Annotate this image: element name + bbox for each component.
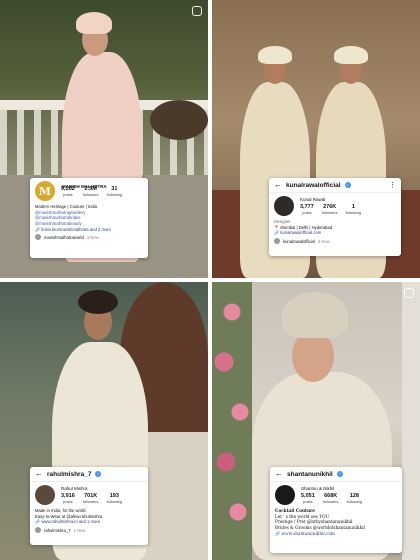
- instagram-profile-card[interactable]: ← rahulmishra_7 ✓ Rahul Mishra 3,916 post…: [30, 467, 148, 545]
- model-turban: [76, 12, 112, 34]
- profile-name: Rahul Mishra: [61, 486, 88, 491]
- profile-handle: shantanunikhil: [287, 470, 333, 478]
- stat-followers[interactable]: 701K followers: [83, 493, 99, 504]
- profile-bio: Cocktail Couture Let ' s the world see Y…: [270, 508, 402, 536]
- multi-post-icon: [404, 288, 414, 298]
- profile-name: Shantnu & Nikhil: [301, 486, 335, 491]
- pillar: [402, 282, 420, 560]
- profile-avatar[interactable]: M: [35, 181, 55, 201]
- back-arrow-icon[interactable]: ←: [35, 470, 43, 478]
- photo-panel-shantanu: ← shantanunikhil ✓ Shantnu & Nikhil 5,05…: [212, 282, 420, 560]
- instagram-profile-card[interactable]: ← shantanunikhil ✓ Shantnu & Nikhil 5,05…: [270, 467, 402, 553]
- threads-row[interactable]: manishmalhotraworld 3 New: [30, 232, 148, 242]
- model-left-hat: [258, 46, 292, 64]
- profile-handle: rahulmishra_7: [47, 470, 92, 478]
- model-hair: [78, 290, 118, 314]
- threads-row[interactable]: rahulmishra_7 2 New: [30, 525, 148, 535]
- brand-name: MANISH MALHOTRA: [62, 184, 107, 189]
- threads-avatar: [35, 527, 41, 534]
- photo-panel-manish: M 9,262 posts 2.5M followers 31 following M…: [0, 0, 208, 278]
- profile-name: Kunal Rawal: [300, 197, 326, 202]
- instagram-profile-card[interactable]: ← kunalrawalofficial ✓ ⋮ Kunal Rawal 3,7…: [269, 178, 401, 256]
- profile-header: ← shantanunikhil ✓: [270, 467, 402, 482]
- more-dots-icon[interactable]: ⋮: [389, 181, 396, 189]
- flower-wall: [212, 282, 252, 560]
- photo-panel-kunal: ← kunalrawalofficial ✓ ⋮ Kunal Rawal 3,7…: [212, 0, 420, 278]
- verified-badge-icon: ✓: [336, 471, 343, 477]
- stat-following[interactable]: 1 following: [346, 204, 362, 215]
- collage-grid: M 9,262 posts 2.5M followers 31 following M…: [0, 0, 420, 560]
- instagram-profile-card[interactable]: M 9,262 posts 2.5M followers 31 following M…: [30, 178, 148, 258]
- profile-bio: Made in India, for the world. Easy-to-We…: [30, 508, 148, 525]
- profile-avatar[interactable]: [35, 485, 55, 505]
- threads-row[interactable]: kunalrawalofficial 3 New: [269, 236, 401, 246]
- photo-panel-rahul: ← rahulmishra_7 ✓ Rahul Mishra 3,916 post…: [0, 282, 208, 560]
- model-turban: [282, 292, 348, 338]
- stat-following[interactable]: 128 following: [347, 493, 363, 504]
- stat-followers[interactable]: 276K followers: [322, 204, 338, 215]
- stat-followers[interactable]: 668K followers: [323, 493, 339, 504]
- profile-avatar[interactable]: [274, 196, 294, 216]
- bio-link[interactable]: 🔗 www.shantanunikhil.com: [275, 531, 397, 537]
- verified-badge-icon: ✓: [344, 182, 351, 188]
- stat-posts[interactable]: 3,777 posts: [300, 204, 314, 215]
- stat-following[interactable]: 31 following: [107, 186, 123, 197]
- profile-bio: Designer 📍 Mumbai | Delhi | Hyderabad 🔗 …: [269, 219, 401, 236]
- profile-handle: kunalrawalofficial: [286, 181, 341, 189]
- model-right-hat: [334, 46, 368, 64]
- profile-bio: MANISH MALHOTRA Modern Heritage | Coutur…: [30, 184, 148, 232]
- profile-header: ← rahulmishra_7 ✓: [30, 467, 148, 482]
- back-arrow-icon[interactable]: ←: [275, 470, 283, 478]
- profile-avatar[interactable]: [275, 485, 295, 505]
- profile-header: ← kunalrawalofficial ✓ ⋮: [269, 178, 401, 193]
- stat-following[interactable]: 193 following: [107, 493, 123, 504]
- tree-trunk: [150, 100, 208, 140]
- stat-posts[interactable]: 3,916 posts: [61, 493, 75, 504]
- stat-posts[interactable]: 5,051 posts: [301, 493, 315, 504]
- threads-avatar: [274, 238, 280, 245]
- threads-avatar: [35, 234, 41, 241]
- back-arrow-icon[interactable]: ←: [274, 181, 282, 189]
- verified-badge-icon: ✓: [95, 471, 102, 477]
- multi-post-icon: [192, 6, 202, 16]
